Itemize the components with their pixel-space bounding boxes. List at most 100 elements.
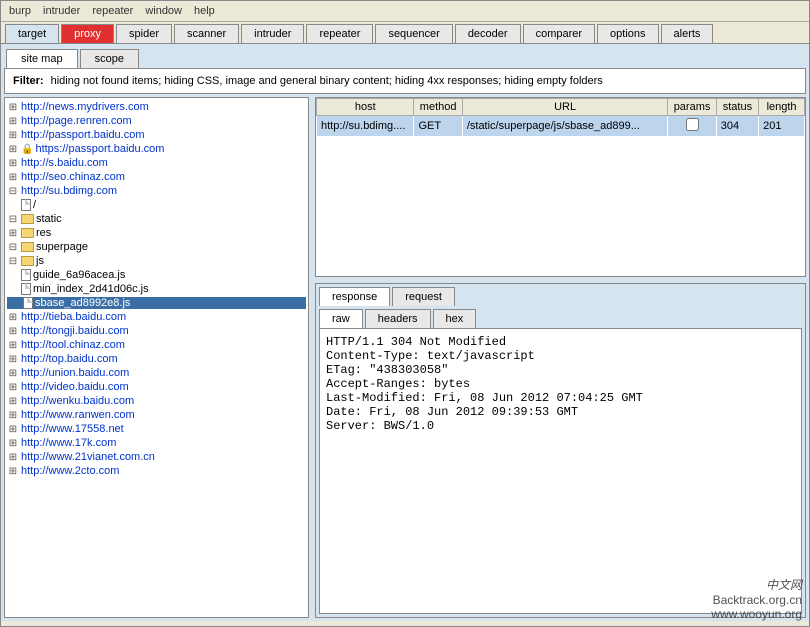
col-host[interactable]: host xyxy=(317,99,414,116)
folder-icon xyxy=(21,214,34,224)
tree-node[interactable]: http://page.renren.com xyxy=(21,115,132,127)
expand-icon[interactable]: ⊞ xyxy=(7,172,19,183)
tab-intruder[interactable]: intruder xyxy=(241,24,304,43)
expand-icon[interactable]: ⊞ xyxy=(7,466,19,477)
collapse-icon[interactable]: ⊟ xyxy=(7,256,19,267)
tree-node[interactable]: http://www.21vianet.com.cn xyxy=(21,451,155,463)
filter-bar[interactable]: Filter: hiding not found items; hiding C… xyxy=(4,68,806,94)
cell-method: GET xyxy=(414,116,462,137)
tree-node[interactable]: http://seo.chinaz.com xyxy=(21,171,125,183)
request-table[interactable]: hostmethodURLparamsstatuslength http://s… xyxy=(315,97,806,277)
response-panel: responserequest rawheadershex HTTP/1.1 3… xyxy=(315,283,806,618)
tree-node[interactable]: http://su.bdimg.com xyxy=(21,185,117,197)
tab-target[interactable]: target xyxy=(5,24,59,43)
view-tab-raw[interactable]: raw xyxy=(319,309,363,328)
cell-status: 304 xyxy=(716,116,758,137)
menu-window[interactable]: window xyxy=(145,5,182,17)
view-tab-headers[interactable]: headers xyxy=(365,309,431,328)
tree-node[interactable]: http://passport.baidu.com xyxy=(21,129,145,141)
tree-node[interactable]: http://www.17558.net xyxy=(21,423,124,435)
col-method[interactable]: method xyxy=(414,99,462,116)
tree-node[interactable]: http://tool.chinaz.com xyxy=(21,339,125,351)
tree-node[interactable]: http://www.2cto.com xyxy=(21,465,119,477)
tree-node[interactable]: http://wenku.baidu.com xyxy=(21,395,134,407)
expand-icon[interactable]: ⊞ xyxy=(7,452,19,463)
tab-proxy[interactable]: proxy xyxy=(61,24,114,43)
tree-node[interactable]: http://tongji.baidu.com xyxy=(21,325,129,337)
menu-bar: burp intruder repeater window help xyxy=(1,1,809,22)
expand-icon[interactable]: ⊞ xyxy=(7,368,19,379)
params-checkbox[interactable] xyxy=(686,118,699,131)
expand-icon[interactable]: ⊞ xyxy=(7,116,19,127)
tree-node[interactable]: sbase_ad8992e8.js xyxy=(35,297,130,309)
cell-host: http://su.bdimg.... xyxy=(317,116,414,137)
tree-node[interactable]: http://top.baidu.com xyxy=(21,353,118,365)
cell-url: /static/superpage/js/sbase_ad899... xyxy=(462,116,668,137)
folder-icon xyxy=(21,242,34,252)
menu-intruder[interactable]: intruder xyxy=(43,5,80,17)
expand-icon[interactable]: ⊞ xyxy=(7,382,19,393)
tab-alerts[interactable]: alerts xyxy=(661,24,714,43)
expand-icon[interactable]: ⊞ xyxy=(7,228,19,239)
folder-icon xyxy=(21,228,34,238)
tree-node[interactable]: static xyxy=(36,213,62,225)
expand-icon[interactable]: ⊞ xyxy=(7,438,19,449)
tree-node[interactable]: res xyxy=(36,227,51,239)
tab-spider[interactable]: spider xyxy=(116,24,172,43)
collapse-icon[interactable]: ⊟ xyxy=(7,214,19,225)
subtab-site-map[interactable]: site map xyxy=(6,49,78,68)
collapse-icon[interactable]: ⊟ xyxy=(7,242,19,253)
filter-text: hiding not found items; hiding CSS, imag… xyxy=(51,75,603,87)
tree-node[interactable]: / xyxy=(33,199,36,211)
collapse-icon[interactable]: ⊟ xyxy=(7,186,19,197)
tab-repeater[interactable]: repeater xyxy=(306,24,373,43)
tab-comparer[interactable]: comparer xyxy=(523,24,595,43)
col-URL[interactable]: URL xyxy=(462,99,668,116)
expand-icon[interactable]: ⊞ xyxy=(7,326,19,337)
tree-node[interactable]: http://video.baidu.com xyxy=(21,381,129,393)
resp-tab-response[interactable]: response xyxy=(319,287,390,306)
table-row[interactable]: http://su.bdimg....GET/static/superpage/… xyxy=(317,116,805,137)
tree-node[interactable]: https://passport.baidu.com xyxy=(35,143,164,155)
expand-icon[interactable]: ⊞ xyxy=(7,130,19,141)
sub-tabs: site mapscope xyxy=(4,47,806,68)
expand-icon[interactable]: ⊞ xyxy=(7,158,19,169)
expand-icon[interactable]: ⊞ xyxy=(7,102,19,113)
tree-node[interactable]: superpage xyxy=(36,241,88,253)
col-params[interactable]: params xyxy=(668,99,716,116)
view-tab-hex[interactable]: hex xyxy=(433,309,477,328)
main-tabs: targetproxyspiderscannerintruderrepeater… xyxy=(1,22,809,44)
expand-icon[interactable]: ⊞ xyxy=(7,424,19,435)
tree-node[interactable]: http://news.mydrivers.com xyxy=(21,101,149,113)
tree-node[interactable]: guide_6a96acea.js xyxy=(33,269,125,281)
tree-node[interactable]: js xyxy=(36,255,44,267)
tree-node[interactable]: http://s.baidu.com xyxy=(21,157,108,169)
menu-help[interactable]: help xyxy=(194,5,215,17)
tree-node[interactable]: http://union.baidu.com xyxy=(21,367,129,379)
tab-options[interactable]: options xyxy=(597,24,658,43)
expand-icon[interactable]: ⊞ xyxy=(7,312,19,323)
expand-icon[interactable]: ⊞ xyxy=(7,340,19,351)
tab-decoder[interactable]: decoder xyxy=(455,24,521,43)
file-icon xyxy=(21,199,31,211)
col-length[interactable]: length xyxy=(759,99,805,116)
resp-tab-request[interactable]: request xyxy=(392,287,455,306)
tree-node[interactable]: http://www.17k.com xyxy=(21,437,116,449)
site-tree[interactable]: ⊞http://news.mydrivers.com⊞http://page.r… xyxy=(4,97,309,618)
tree-node[interactable]: min_index_2d41d06c.js xyxy=(33,283,149,295)
tree-node[interactable]: http://www.ranwen.com xyxy=(21,409,135,421)
col-status[interactable]: status xyxy=(716,99,758,116)
tab-scanner[interactable]: scanner xyxy=(174,24,239,43)
response-body[interactable]: HTTP/1.1 304 Not Modified Content-Type: … xyxy=(319,328,802,614)
tree-node[interactable]: http://tieba.baidu.com xyxy=(21,311,126,323)
expand-icon[interactable]: ⊞ xyxy=(7,410,19,421)
expand-icon[interactable]: ⊞ xyxy=(7,144,19,155)
file-icon xyxy=(21,283,31,295)
expand-icon[interactable]: ⊞ xyxy=(7,396,19,407)
menu-burp[interactable]: burp xyxy=(9,5,31,17)
tab-sequencer[interactable]: sequencer xyxy=(375,24,452,43)
menu-repeater[interactable]: repeater xyxy=(92,5,133,17)
lock-icon: 🔒 xyxy=(21,144,33,155)
subtab-scope[interactable]: scope xyxy=(80,49,139,68)
expand-icon[interactable]: ⊞ xyxy=(7,354,19,365)
